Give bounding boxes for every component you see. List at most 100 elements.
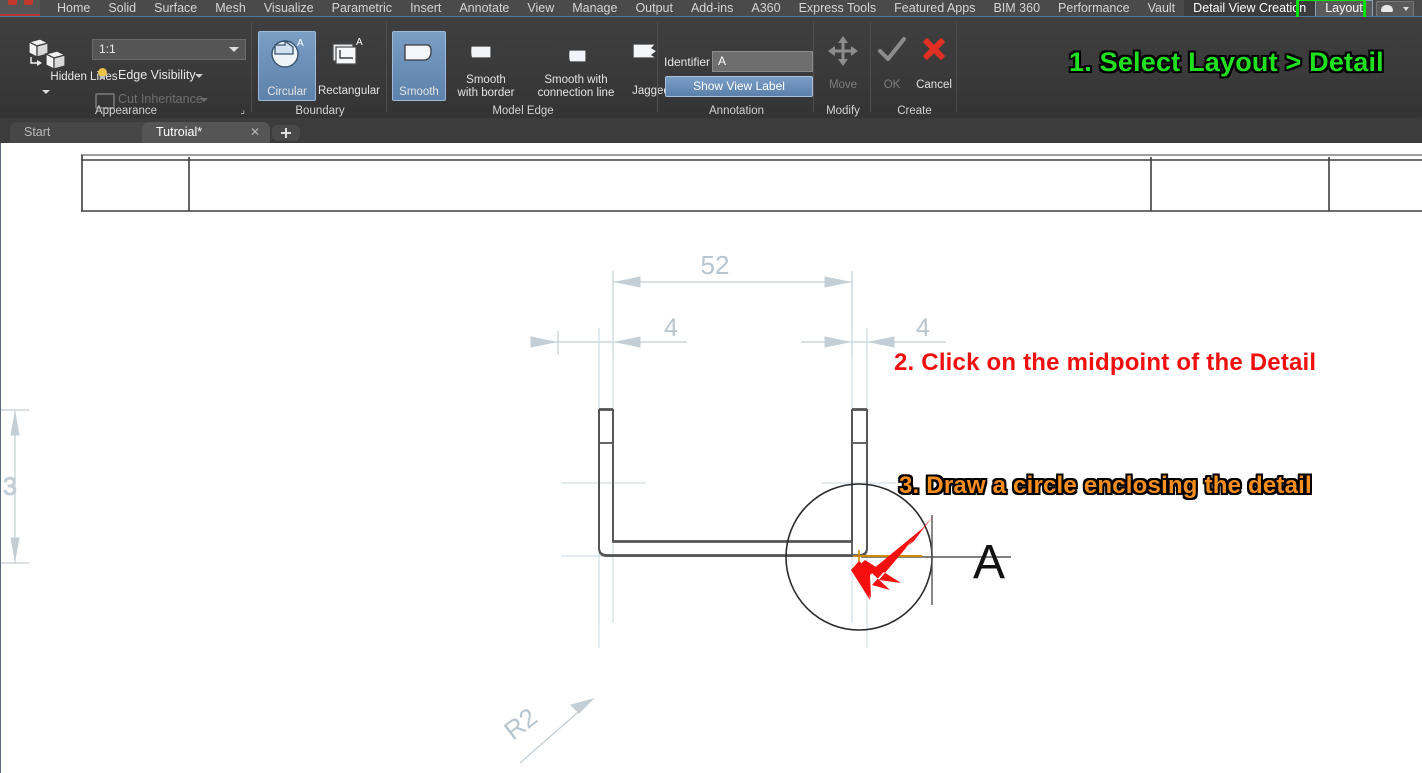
- panel-title-appearance: Appearance: [94, 105, 158, 117]
- file-tab-start-label: Start: [24, 125, 51, 139]
- chevron-down-icon: [42, 90, 50, 94]
- dimension-R2-value: R2: [498, 702, 543, 746]
- panel-title-model-edge: Model Edge: [492, 105, 554, 117]
- ribbon-tab-strip: Home Solid Surface Mesh Visualize Parametric I…: [0, 0, 1422, 25]
- file-tab-tutroial[interactable]: Tutroial* ✕: [142, 122, 270, 143]
- ribbon-tab-insert[interactable]: Insert: [401, 0, 450, 17]
- new-file-tab-button[interactable]: [272, 125, 300, 141]
- cloud-icon: [1381, 5, 1393, 12]
- ribbon-tab-a360[interactable]: A360: [742, 0, 789, 17]
- cancel-button[interactable]: Cancel: [910, 31, 958, 93]
- show-view-label-text: Show View Label: [693, 79, 785, 93]
- cancel-label: Cancel: [916, 78, 952, 91]
- line2: with border: [457, 86, 515, 99]
- ribbon-tab-addins[interactable]: Add-ins: [682, 0, 742, 17]
- hidden-lines-label: Hidden Lines: [50, 71, 118, 83]
- ribbon-tab-parametric[interactable]: Parametric: [323, 0, 401, 17]
- file-tab-tutroial-label: Tutroial*: [156, 125, 203, 139]
- model-edge-smooth-label: Smooth: [399, 85, 439, 98]
- cut-inheritance-label: Cut Inheritance: [118, 92, 203, 106]
- dimension-4-right-value: 4: [916, 314, 930, 342]
- line1: Smooth: [466, 74, 506, 86]
- callout-step-1: 1. Select Layout > Detail: [1069, 47, 1384, 77]
- dimension-4-left-value: 4: [664, 314, 678, 342]
- panel-title-modify: Modify: [826, 105, 860, 117]
- ribbon-tab-bim360[interactable]: BIM 360: [984, 0, 1049, 17]
- panel-title-create: Create: [897, 105, 932, 117]
- boundary-circular-button[interactable]: A Circular: [258, 31, 316, 101]
- file-tab-start[interactable]: Start: [10, 122, 150, 143]
- check-icon: [878, 37, 906, 61]
- ribbon-tab-annotate[interactable]: Annotate: [450, 0, 518, 17]
- panel-annotation: Identifier A Show View Label Annotation: [659, 17, 814, 118]
- panel-model-edge: Smooth Smooth with border Smooth with co…: [388, 17, 670, 118]
- rectangular-boundary-icon: A: [332, 37, 363, 65]
- boundary-rectangular-label: Rectangular: [317, 84, 380, 97]
- panel-appearance: Hidden Lines 1:1 Edge Visibility Cut Inh…: [0, 17, 252, 118]
- panel-modify: Move Modify: [815, 17, 871, 118]
- chevron-down-icon: [200, 98, 208, 102]
- ribbon-tab-express-tools[interactable]: Express Tools: [790, 0, 886, 17]
- drawing-canvas[interactable]: 3 52 4 4 R2 A 2. Click on the midpoint o…: [0, 143, 1422, 773]
- move-button: Move: [815, 31, 871, 93]
- model-edge-smooth-with-border-button[interactable]: Smooth with border: [446, 31, 526, 101]
- ribbon-tab-list: Home Solid Surface Mesh Visualize Parametric I…: [48, 0, 1373, 17]
- chevron-down-icon: [1403, 7, 1409, 11]
- autocad-window: Home Solid Surface Mesh Visualize Parametric I…: [0, 0, 1422, 773]
- ribbon-panel-area: Hidden Lines 1:1 Edge Visibility Cut Inh…: [0, 17, 1422, 118]
- cloud-sync-button[interactable]: [1376, 1, 1414, 17]
- channel-profile-precise: [598, 408, 868, 556]
- osnap-crosshair: [853, 550, 865, 562]
- lightbulb-icon: [98, 68, 107, 79]
- ribbon-tab-view[interactable]: View: [518, 0, 563, 17]
- show-view-label-button[interactable]: Show View Label: [665, 76, 813, 97]
- identifier-label: Identifier: [664, 55, 711, 69]
- svg-text:A: A: [356, 37, 363, 48]
- ribbon-tab-mesh[interactable]: Mesh: [206, 0, 255, 17]
- ribbon-tab-vault[interactable]: Vault: [1139, 0, 1185, 17]
- channel-profile-outline: [598, 442, 868, 557]
- hidden-lines-button[interactable]: Hidden Lines: [8, 35, 118, 97]
- circular-boundary-icon: A: [271, 38, 304, 68]
- ribbon-tab-home[interactable]: Home: [48, 0, 99, 17]
- file-tab-bar: Start Tutroial* ✕: [0, 118, 1422, 143]
- model-edge-smooth-with-border-label: Smooth with border: [446, 74, 526, 99]
- view-scale-value: 1:1: [99, 42, 116, 56]
- chevron-down-icon: [229, 47, 239, 52]
- identifier-value: A: [718, 54, 727, 68]
- model-edge-smooth-with-connection-line-button[interactable]: Smooth with connection line: [528, 31, 624, 101]
- model-edge-smooth-with-connection-line-label: Smooth with connection line: [528, 74, 624, 99]
- ribbon-tab-performance[interactable]: Performance: [1049, 0, 1139, 17]
- dimension-52-value: 52: [701, 250, 730, 280]
- ribbon-tab-visualize[interactable]: Visualize: [255, 0, 323, 17]
- smooth-with-border-icon: [469, 36, 499, 66]
- ribbon-tab-featured-apps[interactable]: Featured Apps: [885, 0, 984, 17]
- callout-step-3: 3. Draw a circle enclosing the detail: [899, 472, 1312, 499]
- ribbon-tab-surface[interactable]: Surface: [145, 0, 206, 17]
- hidden-lines-icon: [27, 38, 67, 70]
- boundary-circular-label: Circular: [267, 85, 307, 98]
- construction-centerlines: [561, 328, 901, 648]
- svg-text:A: A: [297, 38, 304, 49]
- ok-label: OK: [883, 78, 901, 91]
- dimension-height-partial: 3: [1, 409, 29, 564]
- smooth-edge-icon: [404, 44, 432, 61]
- callout-step-2: 2. Click on the midpoint of the Detail: [894, 349, 1317, 376]
- ribbon-tab-solid[interactable]: Solid: [99, 0, 145, 17]
- boundary-rectangular-button[interactable]: A Rectangular: [316, 31, 382, 99]
- view-scale-combobox[interactable]: 1:1: [92, 39, 246, 60]
- detail-view-identifier-label: A: [973, 536, 1005, 589]
- ribbon-tab-output[interactable]: Output: [626, 0, 682, 17]
- edge-visibility-label[interactable]: Edge Visibility: [118, 68, 196, 82]
- chevron-down-icon[interactable]: [195, 74, 203, 78]
- ribbon-tab-manage[interactable]: Manage: [563, 0, 626, 17]
- application-menu-button[interactable]: [0, 0, 40, 16]
- close-icon[interactable]: ✕: [250, 125, 260, 139]
- model-edge-smooth-button[interactable]: Smooth: [392, 31, 446, 101]
- identifier-input[interactable]: A: [712, 51, 813, 72]
- line1: Smooth with: [544, 74, 608, 86]
- move-icon: [828, 36, 858, 66]
- move-label: Move: [828, 78, 858, 91]
- ok-button: OK: [872, 31, 912, 93]
- dialog-launcher-icon[interactable]: ⌟: [240, 105, 245, 116]
